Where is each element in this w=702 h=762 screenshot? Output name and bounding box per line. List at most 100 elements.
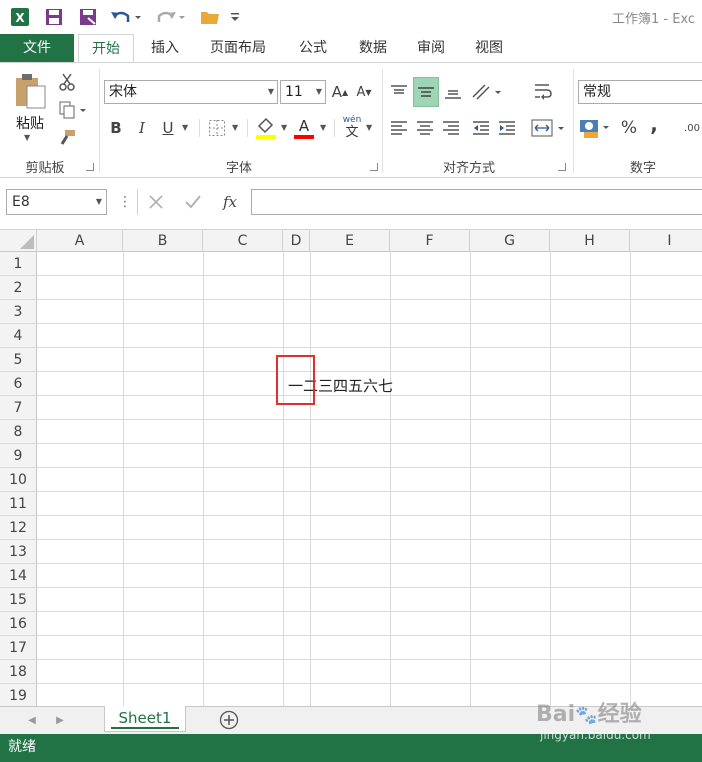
insert-function-button[interactable]: fx — [217, 190, 243, 214]
comma-style-button[interactable]: , — [646, 112, 662, 136]
align-bottom-icon[interactable] — [442, 79, 464, 105]
redo-icon[interactable] — [152, 6, 188, 28]
confirm-entry-icon[interactable] — [181, 191, 205, 213]
gridline — [37, 323, 702, 324]
new-sheet-button[interactable]: + — [218, 709, 240, 731]
borders-dropdown-icon[interactable]: ▼ — [232, 123, 238, 132]
row-header[interactable]: 3 — [0, 300, 37, 324]
row-header[interactable]: 9 — [0, 444, 37, 468]
tab-data[interactable]: 数据 — [348, 34, 398, 62]
paste-button-label[interactable]: 粘贴 — [12, 113, 48, 133]
column-header-i[interactable]: I — [630, 230, 702, 252]
align-left-icon[interactable] — [388, 117, 410, 139]
column-header-g[interactable]: G — [470, 230, 550, 252]
italic-button[interactable]: I — [132, 117, 152, 139]
tab-formulas[interactable]: 公式 — [288, 34, 338, 62]
column-header-d[interactable]: D — [283, 230, 310, 252]
save-icon[interactable] — [42, 6, 66, 28]
sheet-tab-sheet1[interactable]: Sheet1 — [104, 706, 186, 732]
wrap-text-icon[interactable] — [530, 79, 556, 105]
column-header-a[interactable]: A — [37, 230, 123, 252]
orientation-icon[interactable] — [470, 79, 504, 105]
font-launcher-icon[interactable] — [370, 163, 378, 171]
fill-color-dropdown-icon[interactable]: ▼ — [281, 123, 287, 132]
phonetic-guide-icon[interactable]: wén 文 — [341, 115, 363, 141]
tab-view[interactable]: 视图 — [464, 34, 514, 62]
decrease-indent-icon[interactable] — [470, 117, 492, 139]
accounting-format-icon[interactable] — [578, 115, 612, 141]
bold-button[interactable]: B — [106, 117, 126, 139]
scroll-sheets-left-icon[interactable]: ◀ — [24, 711, 40, 729]
increase-indent-icon[interactable] — [496, 117, 518, 139]
underline-button[interactable]: U — [158, 117, 178, 139]
cancel-entry-icon[interactable] — [144, 191, 168, 213]
resize-handle-icon[interactable]: ⋮ — [118, 192, 132, 212]
row-header[interactable]: 18 — [0, 660, 37, 684]
align-middle-icon[interactable] — [413, 77, 439, 107]
name-box-value: E8 — [12, 194, 30, 210]
save-as-icon[interactable] — [76, 6, 100, 28]
row-header[interactable]: 1 — [0, 252, 37, 276]
worksheet-grid[interactable]: A B C D E F G H I 1 2 3 4 5 6 7 8 9 10 1… — [0, 230, 702, 706]
gridline — [37, 419, 702, 420]
format-painter-icon[interactable] — [56, 127, 78, 149]
row-header[interactable]: 11 — [0, 492, 37, 516]
column-header-e[interactable]: E — [310, 230, 390, 252]
row-header[interactable]: 5 — [0, 348, 37, 372]
tab-home[interactable]: 开始 — [78, 34, 134, 63]
increase-decimal-button[interactable]: .00 — [680, 117, 702, 139]
font-size-select[interactable]: 11 ▼ — [280, 80, 326, 104]
row-header[interactable]: 12 — [0, 516, 37, 540]
formula-bar: E8 ▼ ⋮ fx — [0, 178, 702, 230]
row-header[interactable]: 7 — [0, 396, 37, 420]
copy-icon[interactable] — [56, 99, 90, 121]
gridline — [37, 515, 702, 516]
undo-icon[interactable] — [108, 6, 144, 28]
clipboard-launcher-icon[interactable] — [86, 163, 94, 171]
row-header[interactable]: 15 — [0, 588, 37, 612]
row-header[interactable]: 16 — [0, 612, 37, 636]
underline-dropdown-icon[interactable]: ▼ — [182, 123, 188, 132]
merge-center-icon[interactable] — [530, 117, 568, 139]
phonetic-dropdown-icon[interactable]: ▼ — [366, 123, 372, 132]
row-header[interactable]: 10 — [0, 468, 37, 492]
paste-icon[interactable] — [12, 71, 48, 111]
cut-icon[interactable] — [56, 71, 78, 93]
shrink-font-icon[interactable]: A ▼ — [354, 81, 374, 103]
font-name-select[interactable]: 宋体 ▼ — [104, 80, 278, 104]
percent-style-button[interactable]: % — [618, 117, 640, 139]
tab-page-layout[interactable]: 页面布局 — [200, 34, 276, 62]
row-header[interactable]: 14 — [0, 564, 37, 588]
name-box[interactable]: E8 ▼ — [6, 189, 107, 215]
align-center-icon[interactable] — [414, 117, 436, 139]
tab-file[interactable]: 文件 — [0, 34, 74, 62]
number-format-select[interactable]: 常规 — [578, 80, 702, 104]
row-header[interactable]: 4 — [0, 324, 37, 348]
borders-icon[interactable] — [206, 117, 228, 139]
align-right-icon[interactable] — [440, 117, 462, 139]
column-header-h[interactable]: H — [550, 230, 630, 252]
row-header[interactable]: 17 — [0, 636, 37, 660]
grow-font-icon[interactable]: A ▲ — [330, 81, 350, 103]
font-color-icon[interactable]: A — [292, 115, 316, 141]
column-header-c[interactable]: C — [203, 230, 283, 252]
select-all-corner[interactable] — [0, 230, 37, 252]
align-top-icon[interactable] — [388, 79, 410, 105]
customize-qat-icon[interactable] — [228, 6, 242, 28]
font-color-dropdown-icon[interactable]: ▼ — [320, 123, 326, 132]
paste-dropdown-icon[interactable]: ▼ — [24, 133, 30, 142]
row-header[interactable]: 13 — [0, 540, 37, 564]
scroll-sheets-right-icon[interactable]: ▶ — [52, 711, 68, 729]
formula-input[interactable] — [251, 189, 702, 215]
row-header[interactable]: 19 — [0, 684, 37, 706]
row-header[interactable]: 6 — [0, 372, 37, 396]
row-header[interactable]: 8 — [0, 420, 37, 444]
column-header-b[interactable]: B — [123, 230, 203, 252]
fill-color-icon[interactable] — [254, 115, 278, 141]
alignment-launcher-icon[interactable] — [558, 163, 566, 171]
open-folder-icon[interactable] — [198, 6, 222, 28]
tab-review[interactable]: 审阅 — [406, 34, 456, 62]
column-header-f[interactable]: F — [390, 230, 470, 252]
row-header[interactable]: 2 — [0, 276, 37, 300]
tab-insert[interactable]: 插入 — [140, 34, 190, 62]
